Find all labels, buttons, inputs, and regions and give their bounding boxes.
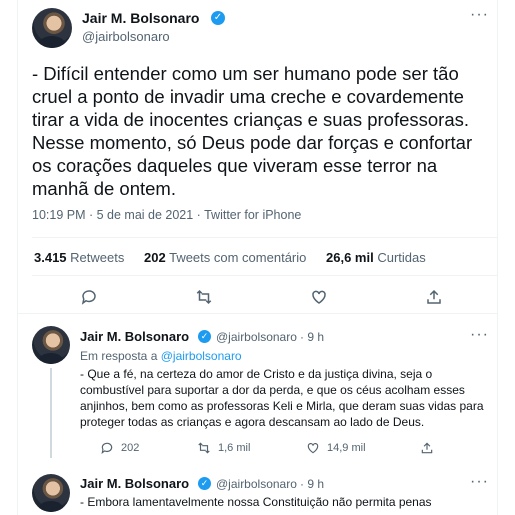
- divider: [18, 313, 497, 314]
- reply-to-handle-link[interactable]: @jairbolsonaro: [161, 349, 242, 363]
- share-icon: [421, 442, 433, 454]
- reply-author-name[interactable]: Jair M. Bolsonaro: [80, 329, 189, 344]
- like-icon: [312, 290, 326, 304]
- share-icon: [427, 289, 441, 304]
- verified-badge-icon: ✓: [211, 11, 225, 25]
- tweet-text: - Difícil entender como um ser humano po…: [32, 63, 473, 199]
- like-button[interactable]: [306, 284, 332, 310]
- like-button[interactable]: 14,9 mil: [306, 439, 366, 457]
- divider: [32, 237, 497, 238]
- reply-action-bar: 202 1,6 mil 14,9 mil: [80, 439, 480, 457]
- retweet-icon: [198, 442, 210, 454]
- verified-badge-icon: ✓: [198, 477, 211, 490]
- reply-button[interactable]: 202: [100, 439, 139, 457]
- more-icon[interactable]: ···: [470, 474, 489, 490]
- reply-author-handle[interactable]: @jairbolsonaro: [216, 477, 297, 491]
- reply-author-handle[interactable]: @jairbolsonaro: [216, 330, 297, 344]
- retweet-icon: [196, 289, 212, 305]
- verified-badge-icon: ✓: [198, 330, 211, 343]
- avatar[interactable]: [32, 8, 72, 48]
- tweet-detail-column: Jair M. Bolsonaro ✓ @jairbolsonaro ··· -…: [17, 0, 498, 515]
- like-count: 14,9 mil: [327, 442, 366, 454]
- share-button[interactable]: [420, 439, 434, 457]
- reply-text: - Que a fé, na certeza do amor de Cristo…: [80, 367, 484, 429]
- reply-to-line: Em resposta a @jairbolsonaro: [80, 349, 242, 363]
- reply-author-name[interactable]: Jair M. Bolsonaro: [80, 476, 189, 491]
- retweets-stat[interactable]: 3.415 Retweets: [34, 250, 124, 265]
- avatar[interactable]: [32, 326, 70, 364]
- tweet-timestamp[interactable]: 10:19 PM · 5 de mai de 2021 · Twitter fo…: [32, 208, 301, 222]
- thread-line: [50, 368, 52, 458]
- reply-time[interactable]: · 9 h: [300, 477, 324, 491]
- quote-tweets-stat[interactable]: 202 Tweets com comentário: [144, 250, 306, 265]
- retweet-button[interactable]: 1,6 mil: [197, 439, 250, 457]
- likes-stat[interactable]: 26,6 mil Curtidas: [326, 250, 426, 265]
- reply-time[interactable]: · 9 h: [300, 330, 324, 344]
- divider: [32, 275, 497, 276]
- author-handle[interactable]: @jairbolsonaro: [82, 29, 170, 44]
- reply-button[interactable]: [76, 284, 102, 310]
- more-icon[interactable]: ···: [470, 7, 489, 23]
- reply-text: - Embora lamentavelmente nossa Constitui…: [80, 495, 432, 509]
- retweet-button[interactable]: [191, 284, 217, 310]
- reply-icon: [101, 442, 113, 455]
- like-icon: [307, 443, 319, 454]
- share-button[interactable]: [421, 284, 447, 310]
- more-icon[interactable]: ···: [470, 327, 489, 343]
- author-name[interactable]: Jair M. Bolsonaro: [82, 10, 199, 26]
- tweet-action-bar: [18, 284, 497, 314]
- retweet-count: 1,6 mil: [218, 442, 251, 454]
- avatar[interactable]: [32, 474, 70, 512]
- reply-icon: [81, 290, 96, 305]
- reply-count: 202: [121, 442, 140, 454]
- tweet-stats: 3.415 Retweets 202 Tweets com comentário…: [34, 250, 442, 265]
